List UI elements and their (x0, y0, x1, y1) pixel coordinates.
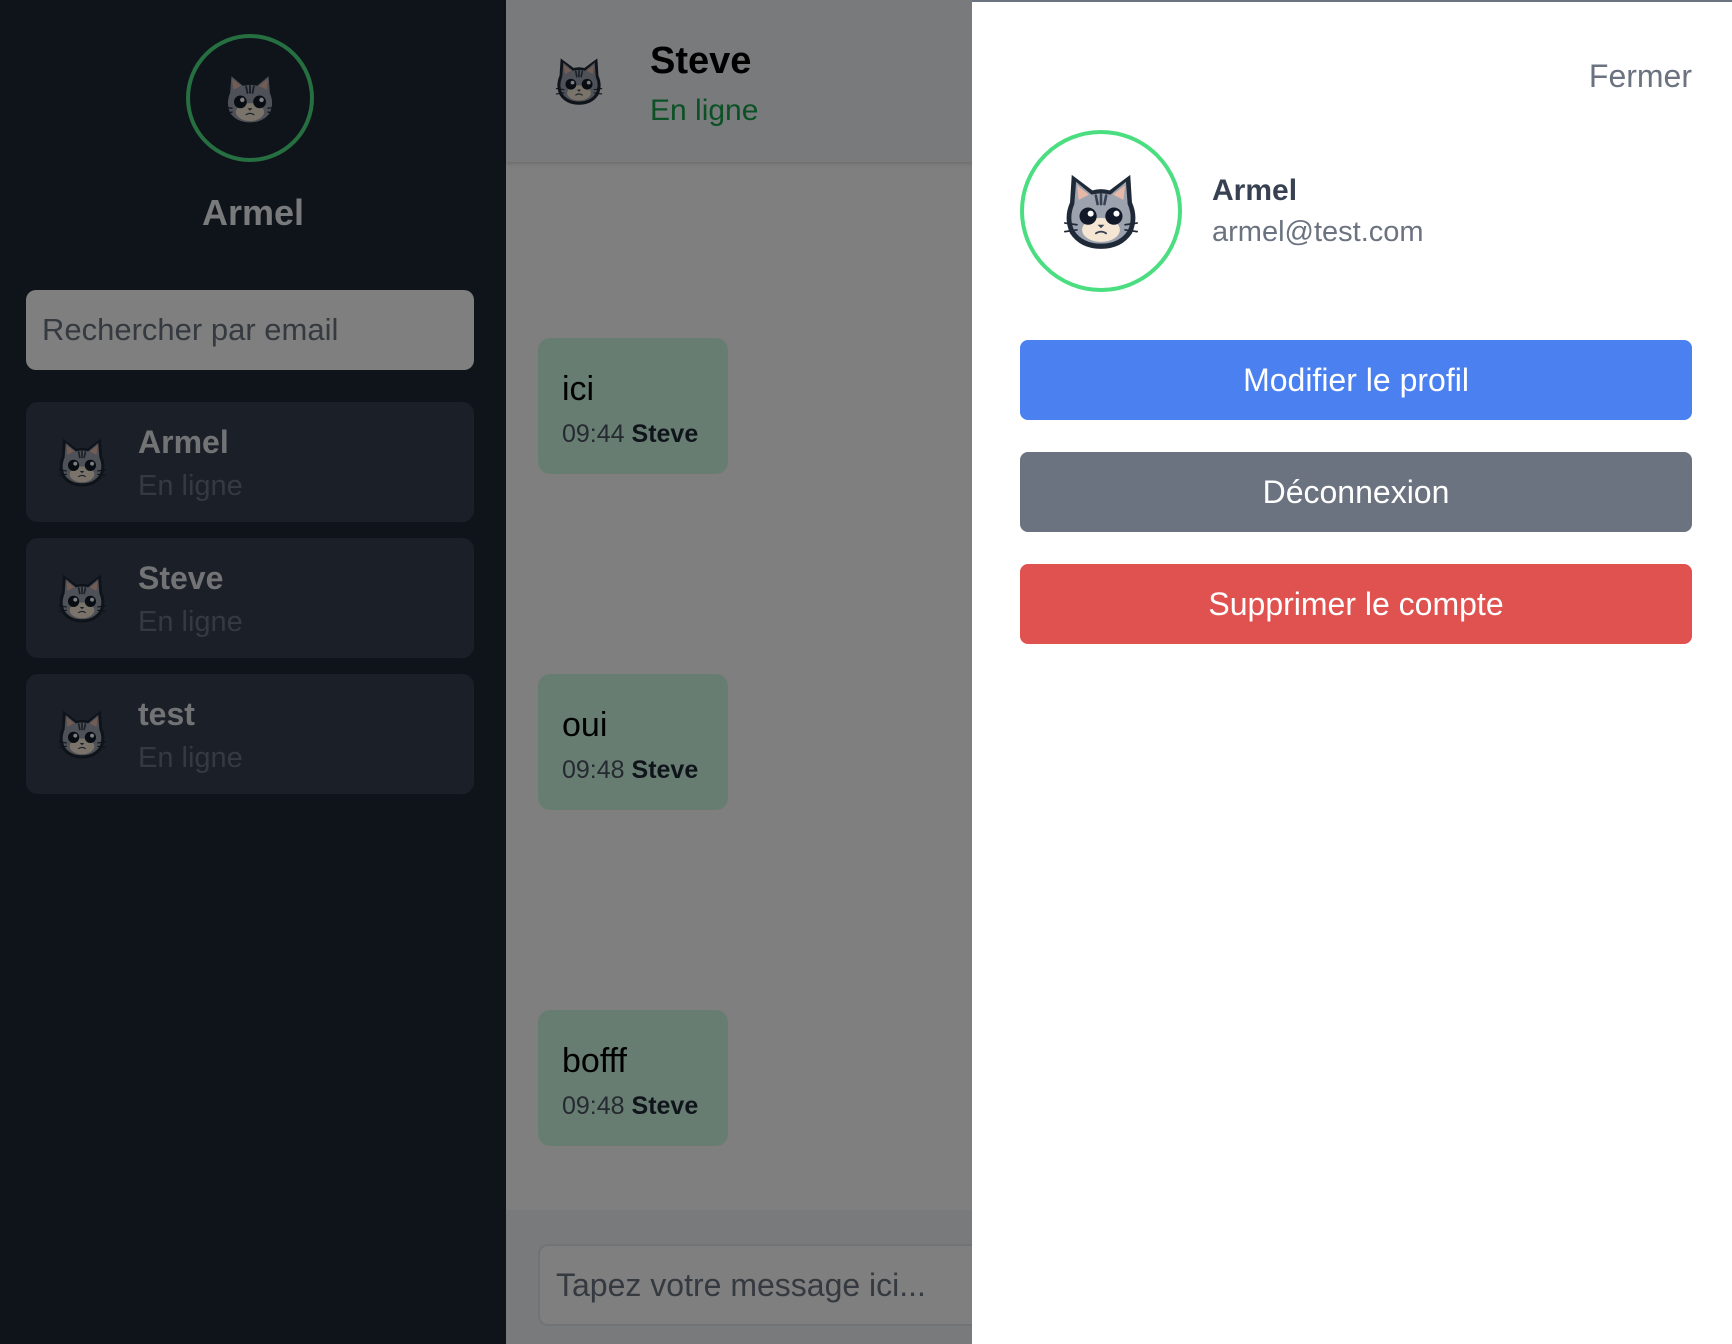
profile-avatar (1020, 130, 1182, 292)
delete-account-button[interactable]: Supprimer le compte (1020, 564, 1692, 644)
profile-panel: Fermer Armel armel@test.com Modifier le … (972, 0, 1732, 1344)
cat-avatar-icon (1058, 168, 1144, 254)
profile-email: armel@test.com (1212, 216, 1424, 248)
modal-backdrop[interactable] (0, 0, 972, 1344)
close-button[interactable]: Fermer (1589, 58, 1692, 95)
chat-app: Armel Armel En ligne Steve En ligne test… (0, 0, 1732, 1344)
logout-button[interactable]: Déconnexion (1020, 452, 1692, 532)
edit-profile-button[interactable]: Modifier le profil (1020, 340, 1692, 420)
profile-name: Armel (1212, 174, 1298, 207)
